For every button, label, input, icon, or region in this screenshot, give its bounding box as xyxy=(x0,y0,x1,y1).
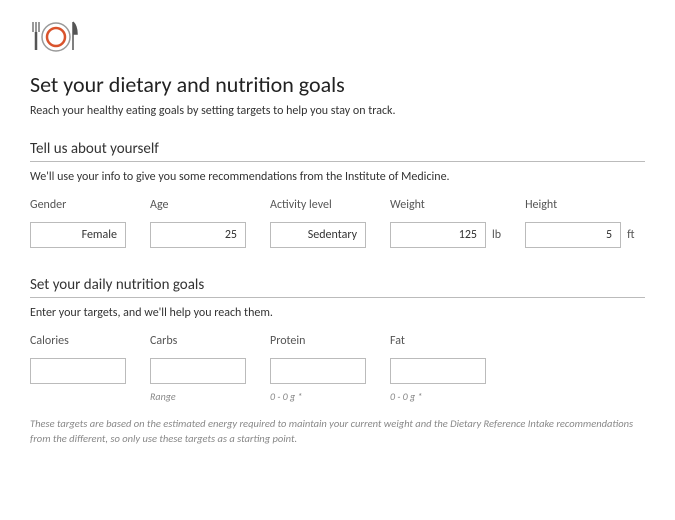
carbs-hint: Range xyxy=(150,390,246,403)
footnote: These targets are based on the estimated… xyxy=(30,417,645,446)
age-input[interactable]: 25 xyxy=(150,222,246,248)
carbs-input[interactable] xyxy=(150,358,246,384)
plate-icon xyxy=(30,20,645,59)
height-unit: ft xyxy=(627,228,634,242)
weight-input[interactable]: 125 xyxy=(390,222,486,248)
fat-hint: 0 - 0 g * xyxy=(390,390,486,403)
section-about-heading: Tell us about yourself xyxy=(30,140,645,162)
activity-label: Activity level xyxy=(270,198,366,212)
weight-unit: lb xyxy=(492,228,501,242)
fat-input[interactable] xyxy=(390,358,486,384)
height-input[interactable]: 5 xyxy=(525,222,621,248)
section-goals-desc: Enter your targets, and we'll help you r… xyxy=(30,306,645,320)
gender-input[interactable]: Female xyxy=(30,222,126,248)
carbs-label: Carbs xyxy=(150,334,246,348)
fat-label: Fat xyxy=(390,334,486,348)
protein-hint: 0 - 0 g * xyxy=(270,390,366,403)
section-goals-heading: Set your daily nutrition goals xyxy=(30,276,645,298)
gender-label: Gender xyxy=(30,198,126,212)
calories-label: Calories xyxy=(30,334,126,348)
goals-fields-row: Calories Carbs Range Protein 0 - 0 g * F… xyxy=(30,334,645,403)
protein-input[interactable] xyxy=(270,358,366,384)
age-label: Age xyxy=(150,198,246,212)
activity-input[interactable]: Sedentary xyxy=(270,222,366,248)
weight-label: Weight xyxy=(390,198,501,212)
page-title: Set your dietary and nutrition goals xyxy=(30,71,645,98)
height-label: Height xyxy=(525,198,634,212)
about-fields-row: Gender Female Age 25 Activity level Sede… xyxy=(30,198,645,248)
page-subtitle: Reach your healthy eating goals by setti… xyxy=(30,104,645,118)
calories-input[interactable] xyxy=(30,358,126,384)
protein-label: Protein xyxy=(270,334,366,348)
section-about-desc: We'll use your info to give you some rec… xyxy=(30,170,645,184)
